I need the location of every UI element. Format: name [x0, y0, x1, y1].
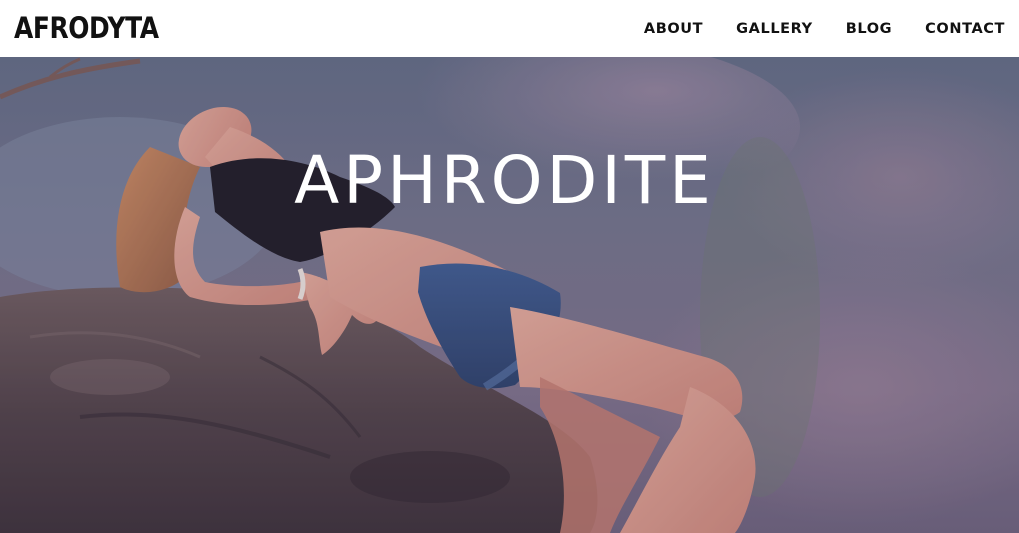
menu-link-about[interactable]: ABOUT: [644, 21, 703, 37]
menu-link-contact[interactable]: CONTACT: [925, 21, 1005, 37]
menu-item-about: ABOUT: [644, 20, 703, 38]
hero-photo: [0, 57, 1019, 533]
top-navbar: AFRODYTA ABOUT GALLERY BLOG CONTACT: [0, 0, 1019, 57]
hero-section: APHRODITE: [0, 57, 1019, 533]
menu-link-blog[interactable]: BLOG: [846, 21, 892, 37]
menu-link-gallery[interactable]: GALLERY: [736, 21, 813, 37]
menu-item-blog: BLOG: [846, 20, 892, 38]
menu-item-gallery: GALLERY: [736, 20, 813, 38]
brand-logo[interactable]: AFRODYTA: [14, 14, 159, 43]
hero-title: APHRODITE: [294, 142, 715, 219]
menu-item-contact: CONTACT: [925, 20, 1005, 38]
main-menu: ABOUT GALLERY BLOG CONTACT: [611, 20, 1005, 38]
